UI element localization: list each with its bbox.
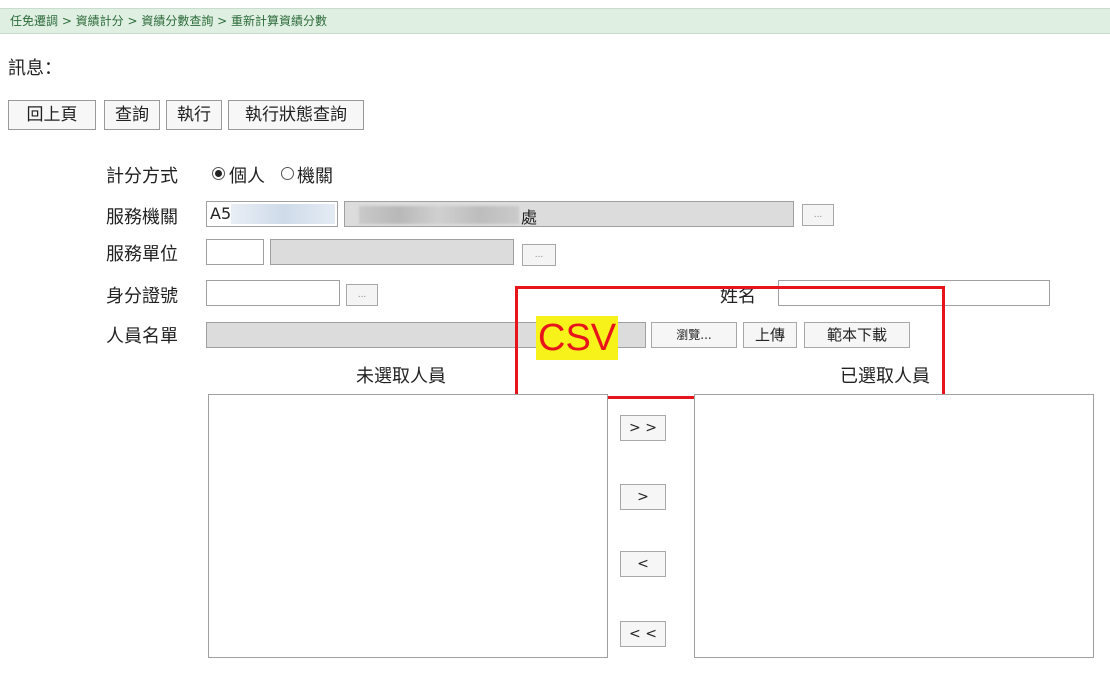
unit-label: 服務單位 xyxy=(106,244,178,265)
agency-code-field[interactable]: A5 xyxy=(206,201,338,227)
id-picker-button[interactable]: ... xyxy=(346,284,378,306)
breadcrumb: 任免遷調 > 資績計分 > 資績分數查詢 > 重新計算資績分數 xyxy=(0,8,1110,34)
move-left-button[interactable]: < xyxy=(620,551,666,577)
selected-list[interactable] xyxy=(694,394,1094,658)
query-button[interactable]: 查詢 xyxy=(104,100,160,130)
radio-agency[interactable] xyxy=(281,167,294,180)
radio-agency-label: 機關 xyxy=(297,166,333,187)
message-label: 訊息： xyxy=(8,58,62,79)
agency-name-suffix: 處 xyxy=(521,208,538,227)
redacted-region xyxy=(231,204,335,224)
agency-picker-button[interactable]: ... xyxy=(802,204,834,226)
radio-individual[interactable] xyxy=(212,167,225,180)
redacted-region xyxy=(359,206,519,224)
execute-button[interactable]: 執行 xyxy=(166,100,222,130)
radio-individual-label: 個人 xyxy=(229,166,265,187)
agency-code-value: A5 xyxy=(210,204,232,223)
unit-code-field[interactable] xyxy=(206,239,264,265)
selected-title: 已選取人員 xyxy=(840,366,930,387)
status-query-button[interactable]: 執行狀態查詢 xyxy=(228,100,364,130)
move-right-button[interactable]: > xyxy=(620,484,666,510)
unit-name-field xyxy=(270,239,514,265)
unit-picker-button[interactable]: ... xyxy=(522,244,556,266)
back-button[interactable]: 回上頁 xyxy=(8,100,96,130)
roster-label: 人員名單 xyxy=(106,326,178,347)
move-all-left-button[interactable]: < < xyxy=(620,621,666,647)
id-field[interactable] xyxy=(206,280,340,306)
agency-label: 服務機關 xyxy=(106,207,178,228)
agency-name-field: 處 xyxy=(344,201,794,227)
id-label: 身分證號 xyxy=(106,286,178,307)
move-all-right-button[interactable]: > > xyxy=(620,415,666,441)
scoring-label: 計分方式 xyxy=(106,166,178,187)
unselected-list[interactable] xyxy=(208,394,608,658)
unselected-title: 未選取人員 xyxy=(356,366,446,387)
